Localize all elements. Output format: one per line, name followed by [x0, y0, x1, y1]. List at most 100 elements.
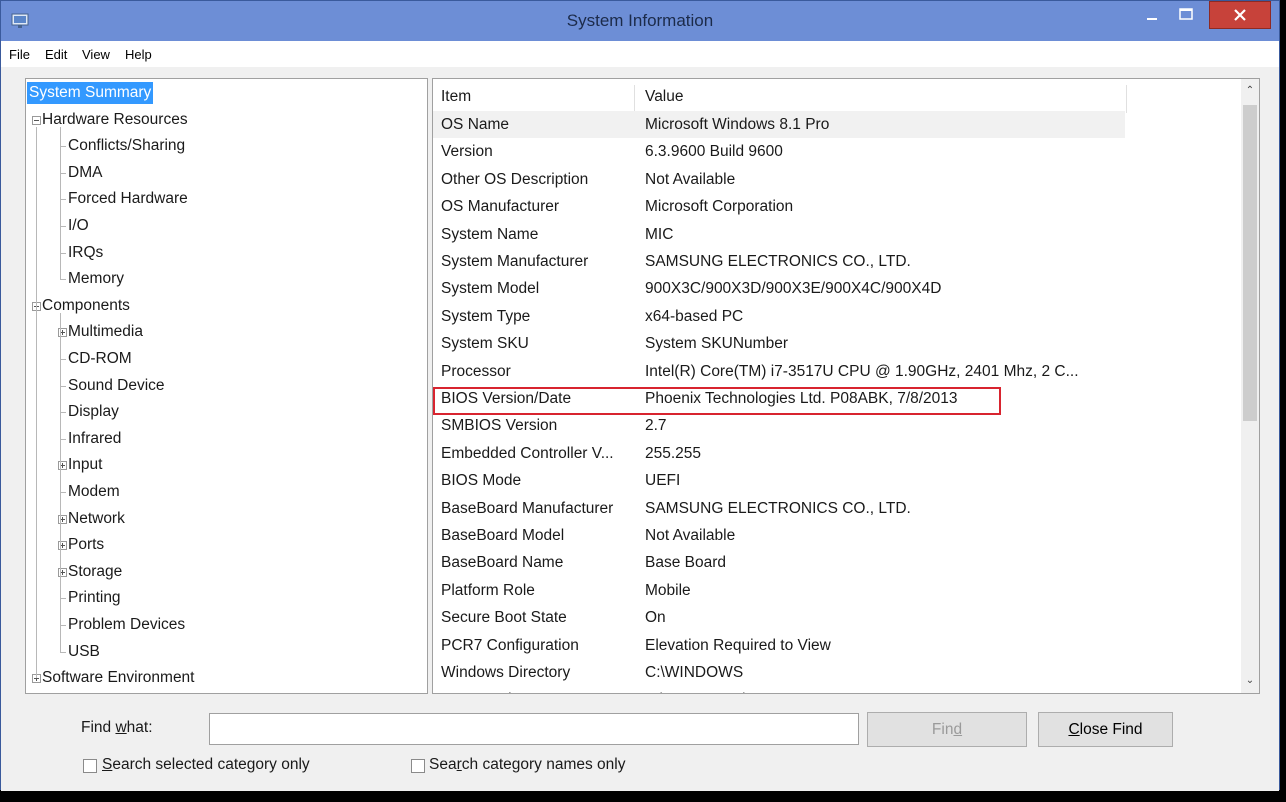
tree-item-dma[interactable]: DMA: [68, 162, 102, 184]
tree-item-display[interactable]: Display: [68, 401, 119, 423]
table-row[interactable]: System Type x64-based PC: [433, 303, 1125, 330]
cell-value: Intel(R) Core(TM) i7-3517U CPU @ 1.90GHz…: [645, 362, 1079, 380]
cell-item: Other OS Description: [441, 170, 589, 188]
tree-item-software-environment[interactable]: Software Environment: [42, 667, 195, 689]
cell-value: 6.3.9600 Build 9600: [645, 143, 783, 161]
table-row[interactable]: Windows Directory C:\WINDOWS: [433, 659, 1125, 686]
tree-connector: [60, 651, 66, 653]
cell-item: BaseBoard Model: [441, 527, 565, 544]
cell-value: Not Available: [645, 527, 736, 544]
search-selected-category-checkbox[interactable]: [83, 759, 97, 773]
minimize-button[interactable]: [1139, 1, 1165, 29]
menu-view[interactable]: View: [82, 47, 110, 62]
menu-file[interactable]: File: [9, 47, 30, 62]
vertical-scrollbar[interactable]: ⌃ ⌄: [1241, 79, 1259, 693]
table-row[interactable]: OS Name Microsoft Windows 8.1 Pro: [433, 111, 1125, 138]
tree-item-system-summary[interactable]: System Summary: [27, 82, 154, 104]
tree-item-components[interactable]: Components: [42, 295, 130, 317]
table-row[interactable]: Secure Boot State On: [433, 604, 1125, 631]
cell-value: UEFI: [645, 472, 681, 490]
tree-item-modem[interactable]: Modem: [68, 481, 120, 503]
maximize-button[interactable]: [1171, 1, 1201, 29]
tree-item-usb[interactable]: USB: [68, 641, 100, 663]
find-what-input[interactable]: [209, 713, 859, 745]
cell-value: C:\WINDOWS: [645, 664, 744, 681]
column-header-value[interactable]: Value: [635, 85, 1127, 113]
tree-item-hardware-resources[interactable]: Hardware Resources: [42, 109, 188, 131]
tree-item-memory[interactable]: Memory: [68, 268, 124, 290]
find-bar: Find what: Find Close Find Search select…: [1, 699, 1279, 791]
tree-item-network[interactable]: Network: [68, 508, 125, 530]
table-row[interactable]: Version 6.3.9600 Build 9600: [433, 138, 1125, 165]
cell-value: Not Available: [645, 170, 736, 188]
table-row[interactable]: SMBIOS Version 2.7: [433, 412, 1125, 439]
cell-item: System Name: [441, 225, 539, 243]
tree-item-printing[interactable]: Printing: [68, 587, 121, 609]
minimize-icon: [1147, 18, 1157, 20]
tree-item-storage[interactable]: Storage: [68, 561, 122, 583]
tree-item-multimedia[interactable]: Multimedia: [68, 321, 143, 343]
cell-item: PCR7 Configuration: [441, 636, 579, 654]
find-button[interactable]: Find: [867, 712, 1027, 747]
menu-bar: File Edit View Help: [1, 41, 1279, 67]
title-bar[interactable]: System Information: [1, 1, 1279, 41]
tree-item-input[interactable]: Input: [68, 454, 102, 476]
table-row[interactable]: BIOS Mode UEFI: [433, 467, 1125, 494]
cell-item: System Manufacturer: [441, 253, 589, 270]
table-row[interactable]: Processor Intel(R) Core(TM) i7-3517U CPU …: [433, 358, 1125, 385]
tree-item-problem-devices[interactable]: Problem Devices: [68, 614, 185, 636]
table-row[interactable]: BaseBoard Model Not Available: [433, 522, 1125, 549]
cell-item: System Model: [441, 280, 540, 298]
table-row[interactable]: System Name MIC: [433, 221, 1125, 248]
cell-item: Windows Directory: [441, 664, 571, 681]
table-row[interactable]: PCR7 Configuration Elevation Required to …: [433, 632, 1125, 659]
tree-item-i-o[interactable]: I/O: [68, 215, 89, 237]
menu-help[interactable]: Help: [125, 47, 152, 62]
cell-item: OS Manufacturer: [441, 198, 560, 216]
search-category-names-label[interactable]: Search category names only: [429, 756, 625, 774]
table-row[interactable]: Other OS Description Not Available: [433, 166, 1125, 193]
cell-item: Secure Boot State: [441, 609, 567, 627]
cell-value: On: [645, 609, 666, 627]
cell-item: BaseBoard Name: [441, 554, 564, 572]
tree-item-cd-rom[interactable]: CD-ROM: [68, 348, 132, 370]
cell-value: Base Board: [645, 554, 726, 572]
tree-item-irqs[interactable]: IRQs: [68, 242, 103, 264]
tree-item-conflicts-sharing[interactable]: Conflicts/Sharing: [68, 135, 185, 157]
cell-value: System SKUNumber: [645, 335, 788, 353]
details-list[interactable]: Item Value OS Name Microsoft Windows 8.1 …: [432, 78, 1260, 694]
tree-connector: [36, 126, 37, 679]
tree-item-sound-device[interactable]: Sound Device: [68, 375, 165, 397]
cell-item: SMBIOS Version: [441, 417, 558, 435]
search-category-names-checkbox[interactable]: [411, 759, 425, 773]
column-header-item[interactable]: Item: [433, 85, 635, 113]
tree-item-forced-hardware[interactable]: Forced Hardware: [68, 188, 188, 210]
tree-item-infrared[interactable]: Infrared: [68, 428, 121, 450]
table-row[interactable]: System Manufacturer SAMSUNG ELECTRONICS C…: [433, 248, 1125, 275]
tree-item-ports[interactable]: Ports: [68, 534, 104, 556]
system-information-window: System Information File Edit View Help S…: [0, 0, 1280, 791]
scrollbar-thumb[interactable]: [1243, 105, 1257, 421]
table-row[interactable]: System Directory C:\WINDOWS\system32: [433, 686, 1125, 693]
close-button[interactable]: [1209, 1, 1271, 29]
close-icon: [1234, 9, 1246, 21]
table-row[interactable]: Embedded Controller V... 255.255: [433, 440, 1125, 467]
cell-item: System Type: [441, 307, 531, 325]
scroll-up-icon[interactable]: ⌃: [1244, 85, 1256, 97]
collapse-icon[interactable]: [32, 115, 41, 125]
category-tree[interactable]: System Summary Hardware Resources Conflict…: [25, 78, 428, 694]
close-find-button[interactable]: Close Find: [1038, 712, 1173, 747]
table-row[interactable]: BIOS Version/Date Phoenix Technologies Lt…: [433, 385, 1125, 412]
cell-item: BaseBoard Manufacturer: [441, 499, 614, 517]
table-row[interactable]: BaseBoard Name Base Board: [433, 549, 1125, 576]
table-row[interactable]: System Model 900X3C/900X3D/900X3E/900X4C/…: [433, 275, 1125, 302]
search-selected-category-label[interactable]: Search selected category only: [102, 756, 310, 774]
menu-edit[interactable]: Edit: [45, 47, 67, 62]
cell-item: OS Name: [441, 116, 510, 133]
scroll-down-icon[interactable]: ⌄: [1244, 675, 1256, 687]
table-row[interactable]: Platform Role Mobile: [433, 577, 1125, 604]
table-row[interactable]: BaseBoard Manufacturer SAMSUNG ELECTRONIC…: [433, 495, 1125, 522]
table-row[interactable]: System SKU System SKUNumber: [433, 330, 1125, 357]
table-row[interactable]: OS Manufacturer Microsoft Corporation: [433, 193, 1125, 220]
cell-item: Embedded Controller V...: [441, 444, 614, 462]
